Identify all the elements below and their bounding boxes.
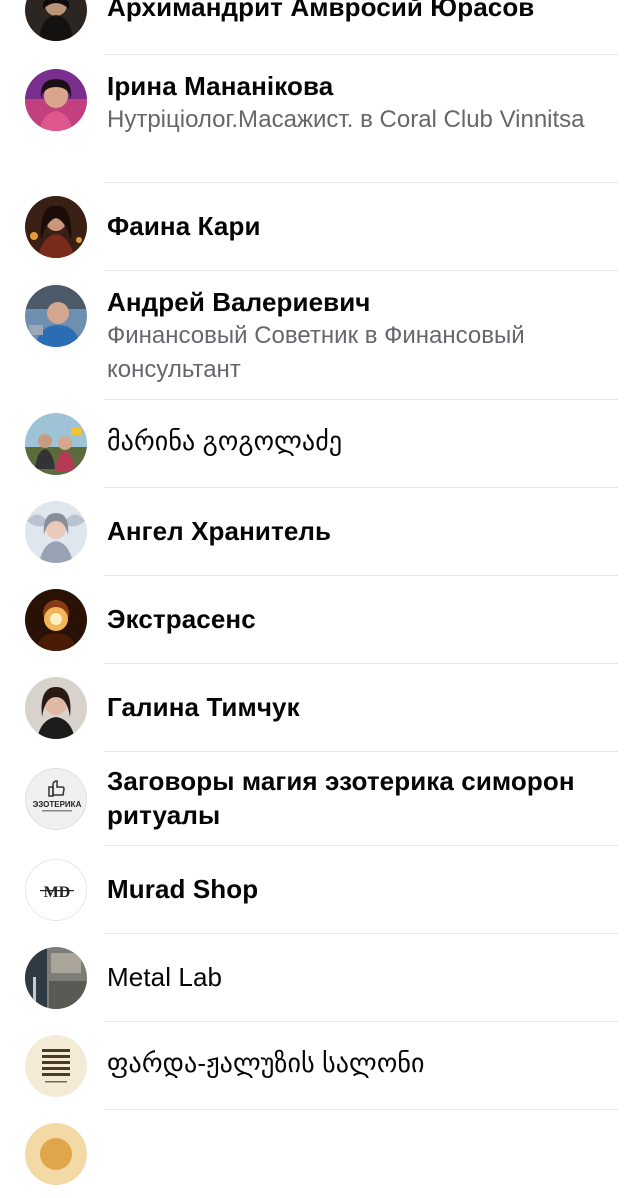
woman-portrait-avatar-icon: [25, 69, 87, 131]
list-item[interactable]: მარინა გოგოლაძე: [0, 400, 642, 488]
avatar[interactable]: [25, 501, 87, 563]
contacts-list: Архимандрит Амвросий Юрасов Ірина Манані…: [0, 0, 642, 1198]
avatar[interactable]: [25, 413, 87, 475]
list-item[interactable]: Галина Тимчук: [0, 664, 642, 752]
blinds-logo-avatar-icon: [25, 1035, 87, 1097]
avatar-icon: [25, 1123, 87, 1185]
contact-name: Андрей Валериевич: [107, 287, 371, 317]
contact-name: Ангел Хранитель: [107, 516, 332, 546]
list-item[interactable]: ЭЗОТЕРИКА Заговоры магия эзотерика симор…: [0, 752, 642, 846]
avatar[interactable]: ЭЗОТЕРИКА: [25, 768, 87, 830]
man-portrait-avatar-icon: [25, 285, 87, 347]
md-logo-avatar-icon: MD: [26, 860, 86, 920]
md-logo-text: MD: [44, 884, 71, 901]
contact-subtitle: Нутріціолог.Масажист. в Coral Club Vinni…: [107, 106, 585, 133]
list-item[interactable]: Архимандрит Амвросий Юрасов: [0, 0, 642, 55]
monk-portrait-avatar-icon: [25, 0, 87, 41]
contact-name: Заговоры магия эзотерика симорон ритуалы: [107, 766, 575, 830]
avatar[interactable]: [25, 947, 87, 1009]
list-item[interactable]: MD Murad Shop: [0, 846, 642, 934]
avatar[interactable]: MD: [25, 859, 87, 921]
woman-portrait-avatar-icon: [25, 677, 87, 739]
contact-name: Фаина Кари: [107, 211, 261, 241]
contact-name: ფარდა-ჟალუზის სალონი: [107, 1048, 425, 1078]
list-item[interactable]: Ангел Хранитель: [0, 488, 642, 576]
list-item[interactable]: Metal Lab: [0, 934, 642, 1022]
avatar[interactable]: [25, 1035, 87, 1097]
avatar[interactable]: [25, 1123, 87, 1185]
list-item[interactable]: Экстрасенс: [0, 576, 642, 664]
ezoterika-logo-avatar-icon: ЭЗОТЕРИКА: [26, 769, 86, 829]
angel-image-avatar-icon: [25, 501, 87, 563]
avatar[interactable]: [25, 285, 87, 347]
avatar[interactable]: [25, 589, 87, 651]
crystal-ball-avatar-icon: [25, 589, 87, 651]
avatar[interactable]: [25, 677, 87, 739]
contact-name: Архимандрит Амвросий Юрасов: [107, 0, 535, 22]
woman-dark-hair-avatar-icon: [25, 196, 87, 258]
list-item[interactable]: ფარდა-ჟალუზის სალონი: [0, 1022, 642, 1110]
ezoterika-logo-text: ЭЗОТЕРИКА: [33, 800, 82, 809]
list-item[interactable]: Ірина Мананікова Нутріціолог.Масажист. в…: [0, 55, 642, 183]
contact-name: Ірина Мананікова: [107, 71, 334, 101]
avatar[interactable]: [25, 0, 87, 41]
contact-name: Metal Lab: [107, 962, 223, 992]
contact-name: Murad Shop: [107, 874, 259, 904]
list-item[interactable]: Андрей Валериевич Финансовый Советник в …: [0, 271, 642, 400]
list-item[interactable]: Фаина Кари: [0, 183, 642, 271]
list-item[interactable]: [0, 1110, 642, 1198]
interior-photo-avatar-icon: [25, 947, 87, 1009]
group-photo-avatar-icon: [25, 413, 87, 475]
contact-subtitle: Финансовый Советник в Финансовый консуль…: [107, 322, 525, 383]
avatar[interactable]: [25, 196, 87, 258]
avatar[interactable]: [25, 69, 87, 131]
contact-name: Экстрасенс: [107, 604, 256, 634]
contact-name: Галина Тимчук: [107, 692, 300, 722]
contact-name: მარინა გოგოლაძე: [107, 426, 343, 456]
